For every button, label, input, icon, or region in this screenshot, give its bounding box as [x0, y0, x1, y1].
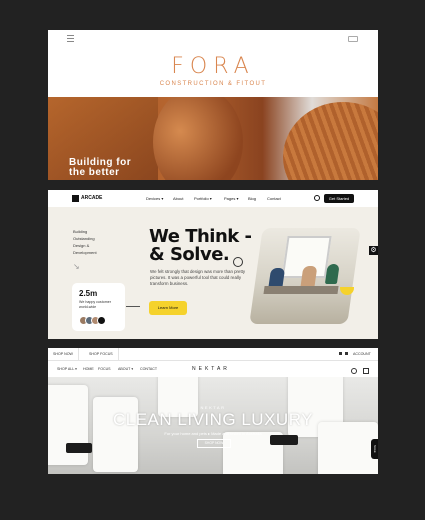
divider [126, 306, 140, 307]
side-link[interactable]: Design & [73, 243, 89, 248]
shop-now-top-button[interactable]: SHOP NOW [48, 348, 79, 360]
nektar-logo[interactable]: NEKTAR [192, 366, 230, 372]
search-icon[interactable] [314, 195, 320, 201]
gear-icon[interactable]: ⚙ [369, 246, 378, 255]
nav-home[interactable]: HOME [83, 367, 94, 371]
nav-contact[interactable]: Contact [267, 196, 281, 201]
fora-tagline: CONSTRUCTION & FITOUT [159, 81, 267, 87]
arcade-intro-text: We felt strongly that design was more th… [150, 269, 246, 286]
arcade-preview[interactable]: ARCADE Devices ▾ About Portfolio ▾ Pages… [48, 190, 378, 339]
arcade-logo[interactable]: ARCADE [81, 195, 102, 201]
menu-icon[interactable] [67, 35, 74, 44]
nektar-preview[interactable]: SHOP NOW SHOP FOCUS ACCOUNT SHOP ALL ▾ H… [48, 348, 378, 474]
stat-text: We happy customer world-wide [79, 300, 111, 309]
side-link[interactable]: Development [73, 250, 97, 255]
cart-icon[interactable] [363, 368, 369, 374]
learn-more-button[interactable]: Learn More [149, 301, 187, 315]
nektar-navbar: SHOP ALL ▾ HOME FOCUS ABOUT ▾ CONTACT NE… [48, 361, 378, 376]
fora-preview[interactable]: FORA CONSTRUCTION & FITOUT Building for … [48, 30, 378, 180]
fora-hero-heading: Building for the better [69, 157, 132, 178]
team-photo [249, 228, 361, 324]
nav-pages[interactable]: Pages ▾ [224, 196, 238, 201]
stat-card: 2.5m We happy customer world-wide [72, 283, 125, 331]
nav-focus[interactable]: FOCUS [98, 367, 111, 371]
cart-icon[interactable] [348, 36, 358, 42]
nektar-topbar: SHOP NOW SHOP FOCUS ACCOUNT [48, 348, 378, 361]
nektar-hero: NEKTAR CLEAN LIVING LUXURY For your home… [48, 377, 378, 474]
nav-shop-all[interactable]: SHOP ALL ▾ [57, 367, 77, 371]
get-started-button[interactable]: Get Started [324, 194, 354, 203]
account-link[interactable]: ACCOUNT [353, 348, 371, 360]
hero-subline: For your home and pets ▸ Made and tested… [164, 431, 262, 436]
hero-headline: CLEAN LIVING LUXURY [112, 410, 314, 429]
nav-devices[interactable]: Devices ▾ [146, 196, 163, 201]
avatar-more-icon [97, 316, 106, 325]
side-tab[interactable]: SALE [371, 439, 378, 459]
play-icon[interactable] [233, 257, 243, 267]
side-link[interactable]: Building [73, 229, 87, 234]
nav-blog[interactable]: Blog [248, 196, 256, 201]
nav-portfolio[interactable]: Portfolio ▾ [194, 196, 212, 201]
nav-about[interactable]: About [173, 196, 183, 201]
hero-shop-button[interactable]: SHOP NOW [197, 439, 231, 448]
arrow-down-right-icon: ↘ [73, 262, 80, 271]
instagram-icon[interactable] [339, 352, 342, 355]
arcade-navbar: ARCADE Devices ▾ About Portfolio ▾ Pages… [48, 190, 378, 207]
search-icon[interactable] [351, 368, 357, 374]
nav-about[interactable]: ABOUT ▾ [118, 367, 133, 371]
bottle-cap [270, 435, 298, 445]
nav-contact[interactable]: CONTACT [140, 367, 157, 371]
arcade-logo-icon [72, 195, 79, 202]
lamp-decoration [340, 287, 354, 295]
shop-focus-top-button[interactable]: SHOP FOCUS [84, 348, 119, 360]
fora-logo: FORA [171, 54, 255, 79]
side-link[interactable]: Outstanding [73, 236, 95, 241]
bottle-cap [66, 443, 92, 453]
stat-value: 2.5m [79, 289, 98, 298]
facebook-icon[interactable] [345, 352, 348, 355]
